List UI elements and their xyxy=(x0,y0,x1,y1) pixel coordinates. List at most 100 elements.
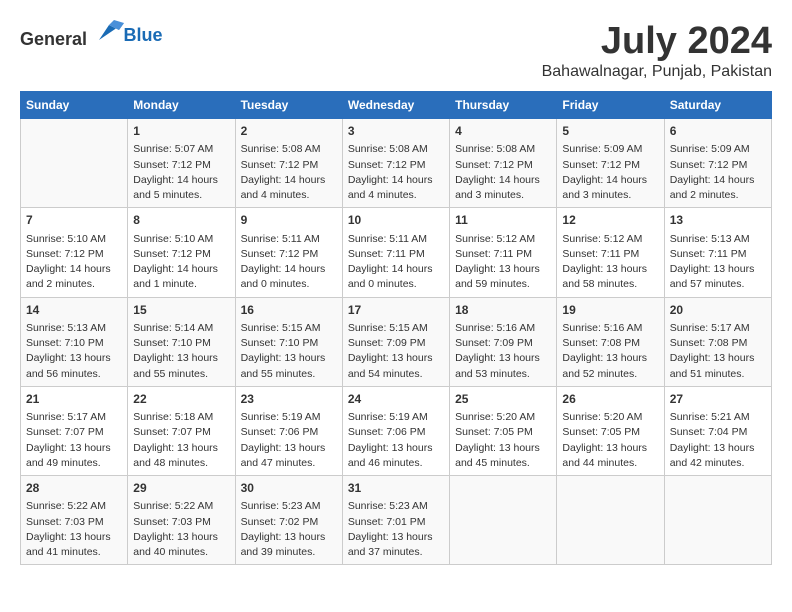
cell-content: Sunrise: 5:16 AM Sunset: 7:09 PM Dayligh… xyxy=(455,321,551,382)
day-number: 20 xyxy=(670,302,766,319)
day-number: 24 xyxy=(348,391,444,408)
cell-content: Sunrise: 5:09 AM Sunset: 7:12 PM Dayligh… xyxy=(670,142,766,203)
day-header-saturday: Saturday xyxy=(664,92,771,119)
calendar-cell: 3 Sunrise: 5:08 AM Sunset: 7:12 PM Daylig… xyxy=(342,119,449,208)
cell-content: Sunrise: 5:22 AM Sunset: 7:03 PM Dayligh… xyxy=(26,499,122,560)
cell-content: Sunrise: 5:10 AM Sunset: 7:12 PM Dayligh… xyxy=(133,232,229,293)
calendar-cell: 19 Sunrise: 5:16 AM Sunset: 7:08 PM Dayli… xyxy=(557,297,664,386)
calendar-cell xyxy=(557,476,664,565)
day-number: 23 xyxy=(241,391,337,408)
cell-content: Sunrise: 5:14 AM Sunset: 7:10 PM Dayligh… xyxy=(133,321,229,382)
calendar-cell: 25 Sunrise: 5:20 AM Sunset: 7:05 PM Dayli… xyxy=(450,386,557,475)
day-number: 22 xyxy=(133,391,229,408)
calendar-cell: 23 Sunrise: 5:19 AM Sunset: 7:06 PM Dayli… xyxy=(235,386,342,475)
calendar-cell xyxy=(450,476,557,565)
cell-content: Sunrise: 5:07 AM Sunset: 7:12 PM Dayligh… xyxy=(133,142,229,203)
calendar-cell: 24Sunrise: 5:19 AM Sunset: 7:06 PM Dayli… xyxy=(342,386,449,475)
day-header-monday: Monday xyxy=(128,92,235,119)
calendar-cell: 17 Sunrise: 5:15 AM Sunset: 7:09 PM Dayli… xyxy=(342,297,449,386)
calendar-cell: 9 Sunrise: 5:11 AM Sunset: 7:12 PM Daylig… xyxy=(235,208,342,297)
day-number: 15 xyxy=(133,302,229,319)
calendar-cell: 31 Sunrise: 5:23 AM Sunset: 7:01 PM Dayli… xyxy=(342,476,449,565)
cell-content: Sunrise: 5:22 AM Sunset: 7:03 PM Dayligh… xyxy=(133,499,229,560)
day-number: 10 xyxy=(348,212,444,229)
cell-content: Sunrise: 5:19 AM Sunset: 7:06 PM Dayligh… xyxy=(241,410,337,471)
day-number: 30 xyxy=(241,480,337,497)
day-number: 4 xyxy=(455,123,551,140)
day-number: 13 xyxy=(670,212,766,229)
calendar-cell: 1Sunrise: 5:07 AM Sunset: 7:12 PM Daylig… xyxy=(128,119,235,208)
cell-content: Sunrise: 5:23 AM Sunset: 7:01 PM Dayligh… xyxy=(348,499,444,560)
cell-content: Sunrise: 5:17 AM Sunset: 7:07 PM Dayligh… xyxy=(26,410,122,471)
cell-content: Sunrise: 5:11 AM Sunset: 7:11 PM Dayligh… xyxy=(348,232,444,293)
calendar-cell xyxy=(21,119,128,208)
day-number: 17 xyxy=(348,302,444,319)
calendar-cell: 16 Sunrise: 5:15 AM Sunset: 7:10 PM Dayli… xyxy=(235,297,342,386)
cell-content: Sunrise: 5:16 AM Sunset: 7:08 PM Dayligh… xyxy=(562,321,658,382)
day-number: 31 xyxy=(348,480,444,497)
calendar-cell: 14 Sunrise: 5:13 AM Sunset: 7:10 PM Dayli… xyxy=(21,297,128,386)
calendar-cell: 13 Sunrise: 5:13 AM Sunset: 7:11 PM Dayli… xyxy=(664,208,771,297)
day-number: 9 xyxy=(241,212,337,229)
day-number: 11 xyxy=(455,212,551,229)
day-number: 21 xyxy=(26,391,122,408)
cell-content: Sunrise: 5:21 AM Sunset: 7:04 PM Dayligh… xyxy=(670,410,766,471)
calendar-cell: 27Sunrise: 5:21 AM Sunset: 7:04 PM Dayli… xyxy=(664,386,771,475)
calendar-cell xyxy=(664,476,771,565)
day-header-friday: Friday xyxy=(557,92,664,119)
cell-content: Sunrise: 5:20 AM Sunset: 7:05 PM Dayligh… xyxy=(562,410,658,471)
calendar-week-row: 28 Sunrise: 5:22 AM Sunset: 7:03 PM Dayli… xyxy=(21,476,772,565)
cell-content: Sunrise: 5:13 AM Sunset: 7:11 PM Dayligh… xyxy=(670,232,766,293)
calendar-cell: 2 Sunrise: 5:08 AM Sunset: 7:12 PM Daylig… xyxy=(235,119,342,208)
calendar-table: SundayMondayTuesdayWednesdayThursdayFrid… xyxy=(20,91,772,565)
day-number: 14 xyxy=(26,302,122,319)
logo: General Blue xyxy=(20,20,163,50)
calendar-week-row: 14 Sunrise: 5:13 AM Sunset: 7:10 PM Dayli… xyxy=(21,297,772,386)
cell-content: Sunrise: 5:08 AM Sunset: 7:12 PM Dayligh… xyxy=(455,142,551,203)
calendar-week-row: 7 Sunrise: 5:10 AM Sunset: 7:12 PM Daylig… xyxy=(21,208,772,297)
calendar-header-row: SundayMondayTuesdayWednesdayThursdayFrid… xyxy=(21,92,772,119)
cell-content: Sunrise: 5:08 AM Sunset: 7:12 PM Dayligh… xyxy=(348,142,444,203)
day-number: 3 xyxy=(348,123,444,140)
day-header-wednesday: Wednesday xyxy=(342,92,449,119)
calendar-cell: 22Sunrise: 5:18 AM Sunset: 7:07 PM Dayli… xyxy=(128,386,235,475)
cell-content: Sunrise: 5:08 AM Sunset: 7:12 PM Dayligh… xyxy=(241,142,337,203)
calendar-week-row: 1Sunrise: 5:07 AM Sunset: 7:12 PM Daylig… xyxy=(21,119,772,208)
day-number: 5 xyxy=(562,123,658,140)
cell-content: Sunrise: 5:17 AM Sunset: 7:08 PM Dayligh… xyxy=(670,321,766,382)
calendar-cell: 12Sunrise: 5:12 AM Sunset: 7:11 PM Dayli… xyxy=(557,208,664,297)
day-number: 19 xyxy=(562,302,658,319)
header: General Blue July 2024 Bahawalnagar, Pun… xyxy=(20,20,772,81)
day-number: 12 xyxy=(562,212,658,229)
calendar-cell: 7 Sunrise: 5:10 AM Sunset: 7:12 PM Daylig… xyxy=(21,208,128,297)
day-number: 2 xyxy=(241,123,337,140)
day-number: 25 xyxy=(455,391,551,408)
cell-content: Sunrise: 5:15 AM Sunset: 7:09 PM Dayligh… xyxy=(348,321,444,382)
day-header-thursday: Thursday xyxy=(450,92,557,119)
day-number: 28 xyxy=(26,480,122,497)
day-number: 7 xyxy=(26,212,122,229)
day-number: 16 xyxy=(241,302,337,319)
cell-content: Sunrise: 5:11 AM Sunset: 7:12 PM Dayligh… xyxy=(241,232,337,293)
calendar-cell: 20 Sunrise: 5:17 AM Sunset: 7:08 PM Dayli… xyxy=(664,297,771,386)
calendar-week-row: 21 Sunrise: 5:17 AM Sunset: 7:07 PM Dayli… xyxy=(21,386,772,475)
calendar-cell: 29Sunrise: 5:22 AM Sunset: 7:03 PM Dayli… xyxy=(128,476,235,565)
calendar-cell: 10 Sunrise: 5:11 AM Sunset: 7:11 PM Dayli… xyxy=(342,208,449,297)
cell-content: Sunrise: 5:09 AM Sunset: 7:12 PM Dayligh… xyxy=(562,142,658,203)
calendar-cell: 6Sunrise: 5:09 AM Sunset: 7:12 PM Daylig… xyxy=(664,119,771,208)
cell-content: Sunrise: 5:10 AM Sunset: 7:12 PM Dayligh… xyxy=(26,232,122,293)
calendar-cell: 5 Sunrise: 5:09 AM Sunset: 7:12 PM Daylig… xyxy=(557,119,664,208)
cell-content: Sunrise: 5:13 AM Sunset: 7:10 PM Dayligh… xyxy=(26,321,122,382)
logo-blue: Blue xyxy=(124,25,163,46)
day-number: 18 xyxy=(455,302,551,319)
day-number: 8 xyxy=(133,212,229,229)
month-title: July 2024 xyxy=(542,20,772,63)
cell-content: Sunrise: 5:20 AM Sunset: 7:05 PM Dayligh… xyxy=(455,410,551,471)
title-section: July 2024 Bahawalnagar, Punjab, Pakistan xyxy=(542,20,772,81)
cell-content: Sunrise: 5:15 AM Sunset: 7:10 PM Dayligh… xyxy=(241,321,337,382)
location-title: Bahawalnagar, Punjab, Pakistan xyxy=(542,63,772,81)
day-header-sunday: Sunday xyxy=(21,92,128,119)
logo-general: General xyxy=(20,29,87,49)
calendar-cell: 11Sunrise: 5:12 AM Sunset: 7:11 PM Dayli… xyxy=(450,208,557,297)
logo-icon xyxy=(94,20,124,45)
